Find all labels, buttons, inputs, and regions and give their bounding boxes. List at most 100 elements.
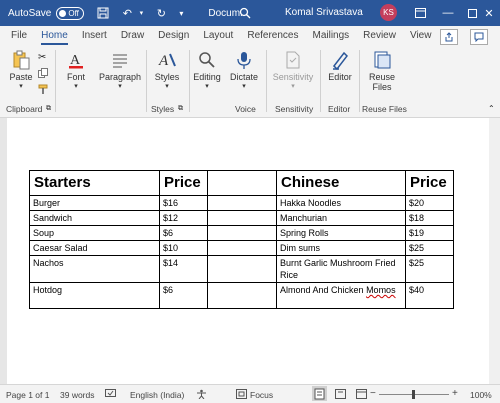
font-button[interactable]: A Font ▾ [60, 50, 92, 90]
table-cell[interactable]: Spring Rolls [276, 225, 406, 241]
table-header-cell[interactable]: Price [405, 170, 454, 196]
group-label-sensitivity: Sensitivity [275, 104, 314, 114]
page-count[interactable]: Page 1 of 1 [6, 390, 49, 400]
table-cell[interactable] [207, 240, 277, 256]
table-cell[interactable]: $16 [159, 195, 208, 211]
web-layout-icon[interactable] [356, 389, 367, 401]
table-cell[interactable]: $25 [405, 240, 454, 256]
clipboard-launcher-icon[interactable]: ⧉ [46, 105, 51, 113]
table-cell[interactable]: $40 [405, 282, 454, 309]
table-header-cell[interactable] [207, 170, 277, 196]
focus-icon[interactable] [236, 389, 247, 401]
spelling-error-word[interactable]: Momos [366, 285, 396, 295]
table-cell[interactable]: $18 [405, 210, 454, 226]
paragraph-button[interactable]: Paragraph ▾ [98, 50, 142, 90]
table-cell[interactable]: Manchurian [276, 210, 406, 226]
zoom-slider-thumb[interactable] [412, 390, 415, 399]
font-icon: A [69, 53, 83, 69]
comments-button[interactable] [470, 29, 488, 45]
undo-icon[interactable]: ↶ [120, 6, 134, 20]
table-cell[interactable]: Sandwich [29, 210, 160, 226]
language-indicator[interactable]: English (India) [130, 390, 184, 400]
table-cell[interactable] [207, 210, 277, 226]
editor-button[interactable]: Editor [325, 50, 355, 82]
table-cell[interactable]: $14 [159, 255, 208, 283]
table-cell[interactable]: $12 [159, 210, 208, 226]
word-count[interactable]: 39 words [60, 390, 95, 400]
ribbon-separator [189, 50, 190, 112]
customize-qat-icon[interactable]: ▾ [174, 6, 188, 20]
document-area[interactable]: Starters Price Chinese Price Burger $16 … [0, 118, 500, 384]
table-cell[interactable]: $6 [159, 225, 208, 241]
editing-button[interactable]: Editing ▾ [192, 50, 222, 90]
cut-icon[interactable]: ✂ [38, 52, 46, 63]
tab-insert[interactable]: Insert [82, 26, 107, 46]
table-header-cell[interactable]: Chinese [276, 170, 406, 196]
avatar[interactable]: KS [380, 4, 397, 21]
format-painter-icon[interactable] [38, 84, 49, 97]
table-cell[interactable]: Hotdog [29, 282, 160, 309]
sensitivity-button[interactable]: Sensitivity ▾ [271, 50, 315, 90]
table-cell[interactable] [207, 195, 277, 211]
save-icon[interactable] [96, 6, 110, 20]
table-cell[interactable] [207, 255, 277, 283]
tab-mailings[interactable]: Mailings [312, 26, 349, 46]
table-row: Hotdog $6 Almond And Chicken Momos $40 [29, 282, 454, 309]
focus-label[interactable]: Focus [250, 390, 273, 400]
table-cell[interactable]: Hakka Noodles [276, 195, 406, 211]
tab-layout[interactable]: Layout [203, 26, 233, 46]
copy-icon[interactable] [38, 68, 48, 80]
dictate-dropdown-icon: ▾ [242, 83, 246, 90]
table-cell[interactable]: $25 [405, 255, 454, 283]
table-cell[interactable]: Burnt Garlic Mushroom Fried Rice [276, 255, 406, 283]
zoom-in-button[interactable]: + [452, 388, 458, 399]
table-header-cell[interactable]: Price [159, 170, 208, 196]
tab-review[interactable]: Review [363, 26, 396, 46]
table-cell[interactable]: Caesar Salad [29, 240, 160, 256]
reuse-files-button[interactable]: Reuse Files [364, 50, 400, 92]
undo-dropdown-icon[interactable]: ▾ [134, 6, 148, 20]
table-cell[interactable]: Soup [29, 225, 160, 241]
table-cell[interactable]: Almond And Chicken Momos [276, 282, 406, 309]
proofing-icon[interactable] [105, 389, 116, 401]
vertical-scrollbar[interactable] [489, 118, 500, 384]
tab-home[interactable]: Home [41, 26, 68, 46]
styles-launcher-icon[interactable]: ⧉ [178, 105, 183, 113]
styles-dropdown-icon: ▾ [165, 83, 169, 90]
table-cell[interactable]: $10 [159, 240, 208, 256]
paste-dropdown-icon[interactable]: ▾ [8, 82, 34, 90]
table-cell[interactable] [207, 282, 277, 309]
paste-button[interactable]: Paste ▾ [8, 50, 34, 90]
search-icon[interactable] [238, 6, 252, 20]
table-cell[interactable] [207, 225, 277, 241]
tab-view[interactable]: View [410, 26, 432, 46]
tab-references[interactable]: References [247, 26, 298, 46]
tab-design[interactable]: Design [158, 26, 189, 46]
menu-table[interactable]: Starters Price Chinese Price Burger $16 … [29, 170, 454, 309]
tab-file[interactable]: File [11, 26, 27, 46]
document-page[interactable]: Starters Price Chinese Price Burger $16 … [7, 118, 489, 384]
tab-draw[interactable]: Draw [121, 26, 144, 46]
table-cell[interactable]: Dim sums [276, 240, 406, 256]
print-layout-icon[interactable] [335, 389, 346, 401]
table-cell[interactable]: $6 [159, 282, 208, 309]
table-cell[interactable]: Nachos [29, 255, 160, 283]
ribbon-display-options-button[interactable] [406, 0, 434, 26]
read-mode-icon[interactable] [312, 386, 327, 401]
table-header-cell[interactable]: Starters [29, 170, 160, 196]
table-cell[interactable]: Burger [29, 195, 160, 211]
redo-icon[interactable]: ↻ [154, 6, 168, 20]
zoom-out-button[interactable]: − [370, 388, 376, 399]
zoom-level[interactable]: 100% [470, 390, 492, 400]
dictate-button[interactable]: Dictate ▾ [228, 50, 260, 90]
table-cell[interactable]: $19 [405, 225, 454, 241]
close-button[interactable]: ✕ [478, 0, 500, 26]
collapse-ribbon-icon[interactable]: ⌃ [488, 104, 495, 113]
autosave-toggle[interactable]: Off [56, 6, 85, 20]
share-button[interactable] [440, 29, 458, 45]
accessibility-icon[interactable] [196, 389, 207, 401]
user-name[interactable]: Komal Srivastava [285, 7, 363, 18]
styles-button[interactable]: A Styles ▾ [150, 50, 184, 90]
table-cell[interactable]: $20 [405, 195, 454, 211]
group-label-styles: Styles [151, 104, 175, 114]
